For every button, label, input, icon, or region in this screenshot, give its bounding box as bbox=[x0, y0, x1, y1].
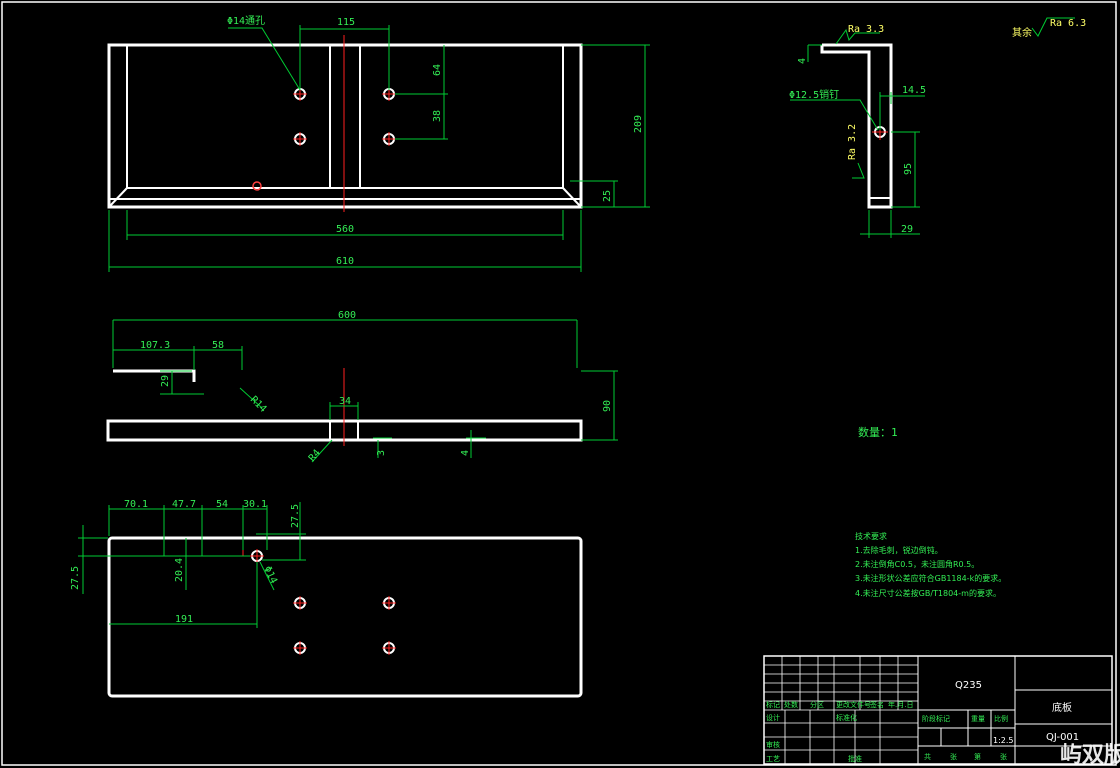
scale-label: 比例 bbox=[994, 714, 1008, 723]
tech-item: 1.去除毛刺，锐边倒钝。 bbox=[855, 545, 943, 555]
dim-610: 610 bbox=[336, 256, 354, 267]
tech-item: 2.未注倒角C0.5，未注圆角R0.5。 bbox=[855, 559, 979, 569]
sheet-cell: 共 bbox=[924, 752, 931, 761]
roughness-3-3: Ra 3.3 bbox=[848, 24, 884, 35]
material: Q235 bbox=[955, 680, 982, 691]
dim-20-4: 20.4 bbox=[174, 558, 185, 582]
sheet-cell: 张 bbox=[950, 752, 957, 761]
stage-label: 阶段标记 bbox=[922, 714, 950, 723]
dim-115: 115 bbox=[337, 17, 355, 28]
dim-27-5-left: 27.5 bbox=[70, 566, 81, 590]
dim-560: 560 bbox=[336, 224, 354, 235]
header-cell: 年.月.日 bbox=[888, 700, 913, 709]
roughness-other: 其余 Ra 6.3 bbox=[1012, 17, 1086, 39]
dim-phi14: Φ14 bbox=[261, 565, 279, 586]
sheet-cell: 张 bbox=[1000, 752, 1007, 761]
roughness-3-2: Ra 3.2 bbox=[847, 124, 858, 160]
front-outline bbox=[107, 43, 583, 209]
header-cell: 签名 bbox=[870, 700, 884, 709]
bottom-view: 70.1 47.7 54 30.1 27.5 27.5 20.4 191 Φ14 bbox=[70, 499, 583, 698]
drawing-no: QJ-001 bbox=[1046, 732, 1079, 743]
process-label: 工艺 bbox=[766, 755, 780, 763]
quantity-note: 数量：1 bbox=[858, 426, 898, 439]
part-name: 底板 bbox=[1052, 701, 1072, 714]
hole-note: Φ14通孔 bbox=[227, 15, 265, 27]
weight-label: 重量 bbox=[971, 715, 985, 723]
design-label: 设计 bbox=[766, 713, 780, 722]
dim-14-5: 14.5 bbox=[902, 85, 926, 96]
dim-29: 29 bbox=[901, 224, 913, 235]
dim-25: 25 bbox=[602, 190, 613, 202]
dim-34: 34 bbox=[339, 396, 351, 407]
tech-requirements: 技术要求 1.去除毛刺，锐边倒钝。 2.未注倒角C0.5，未注圆角R0.5。 3… bbox=[855, 531, 1006, 598]
dim-54: 54 bbox=[216, 499, 228, 510]
header-cell: 更改文件号 bbox=[836, 700, 871, 709]
sheet-cell: 第 bbox=[974, 752, 981, 761]
front-view: Φ14通孔 115 64 38 209 25 560 610 bbox=[107, 15, 650, 272]
roughness-other-label: 其余 bbox=[1012, 26, 1032, 39]
dim-3: 3 bbox=[376, 450, 387, 456]
dim-95: 95 bbox=[903, 163, 914, 175]
dim-70-1: 70.1 bbox=[124, 499, 148, 510]
header-cell: 处数 bbox=[784, 700, 798, 709]
dim-47-7: 47.7 bbox=[172, 499, 196, 510]
dim-27-5-top: 27.5 bbox=[290, 504, 301, 528]
standard-label: 标准化 bbox=[836, 713, 857, 722]
review-label: 审核 bbox=[766, 740, 780, 749]
dim-191: 191 bbox=[175, 614, 193, 625]
roughness-other-value: Ra 6.3 bbox=[1050, 18, 1086, 29]
scale-value: 1:2.5 bbox=[993, 736, 1014, 745]
dim-r4: R4 bbox=[307, 448, 323, 464]
dim-107-3: 107.3 bbox=[140, 340, 170, 351]
dim-90: 90 bbox=[602, 400, 613, 412]
dim-38: 38 bbox=[432, 110, 443, 122]
header-cell: 标记 bbox=[766, 700, 780, 709]
dim-58: 58 bbox=[212, 340, 224, 351]
dim-64: 64 bbox=[432, 64, 443, 76]
tech-item: 4.未注尺寸公差按GB/T1804-m的要求。 bbox=[855, 588, 1001, 598]
tech-title: 技术要求 bbox=[855, 531, 887, 541]
dim-30-1: 30.1 bbox=[243, 499, 267, 510]
top-view: 600 107.3 58 29 R14 90 34 R4 3 4 bbox=[106, 310, 618, 464]
cad-drawing: Φ14通孔 115 64 38 209 25 560 610 Ra 3.3 4 … bbox=[1, 1, 1120, 768]
dim-600: 600 bbox=[338, 310, 356, 321]
header-cell: 分区 bbox=[810, 700, 824, 709]
tech-item: 3.未注形状公差应符合GB1184-k的要求。 bbox=[855, 573, 1006, 583]
dim-29: 29 bbox=[160, 375, 171, 387]
dim-4: 4 bbox=[797, 58, 808, 64]
dim-4: 4 bbox=[460, 450, 471, 456]
dim-209: 209 bbox=[633, 115, 644, 133]
pin-note: Φ12.5销钉 bbox=[789, 88, 839, 101]
watermark: 屿双版 bbox=[1060, 743, 1120, 768]
side-view: Ra 3.3 4 Φ12.5销钉 14.5 Ra 3.2 95 29 bbox=[789, 24, 926, 238]
approve-label: 批准 bbox=[848, 754, 862, 763]
